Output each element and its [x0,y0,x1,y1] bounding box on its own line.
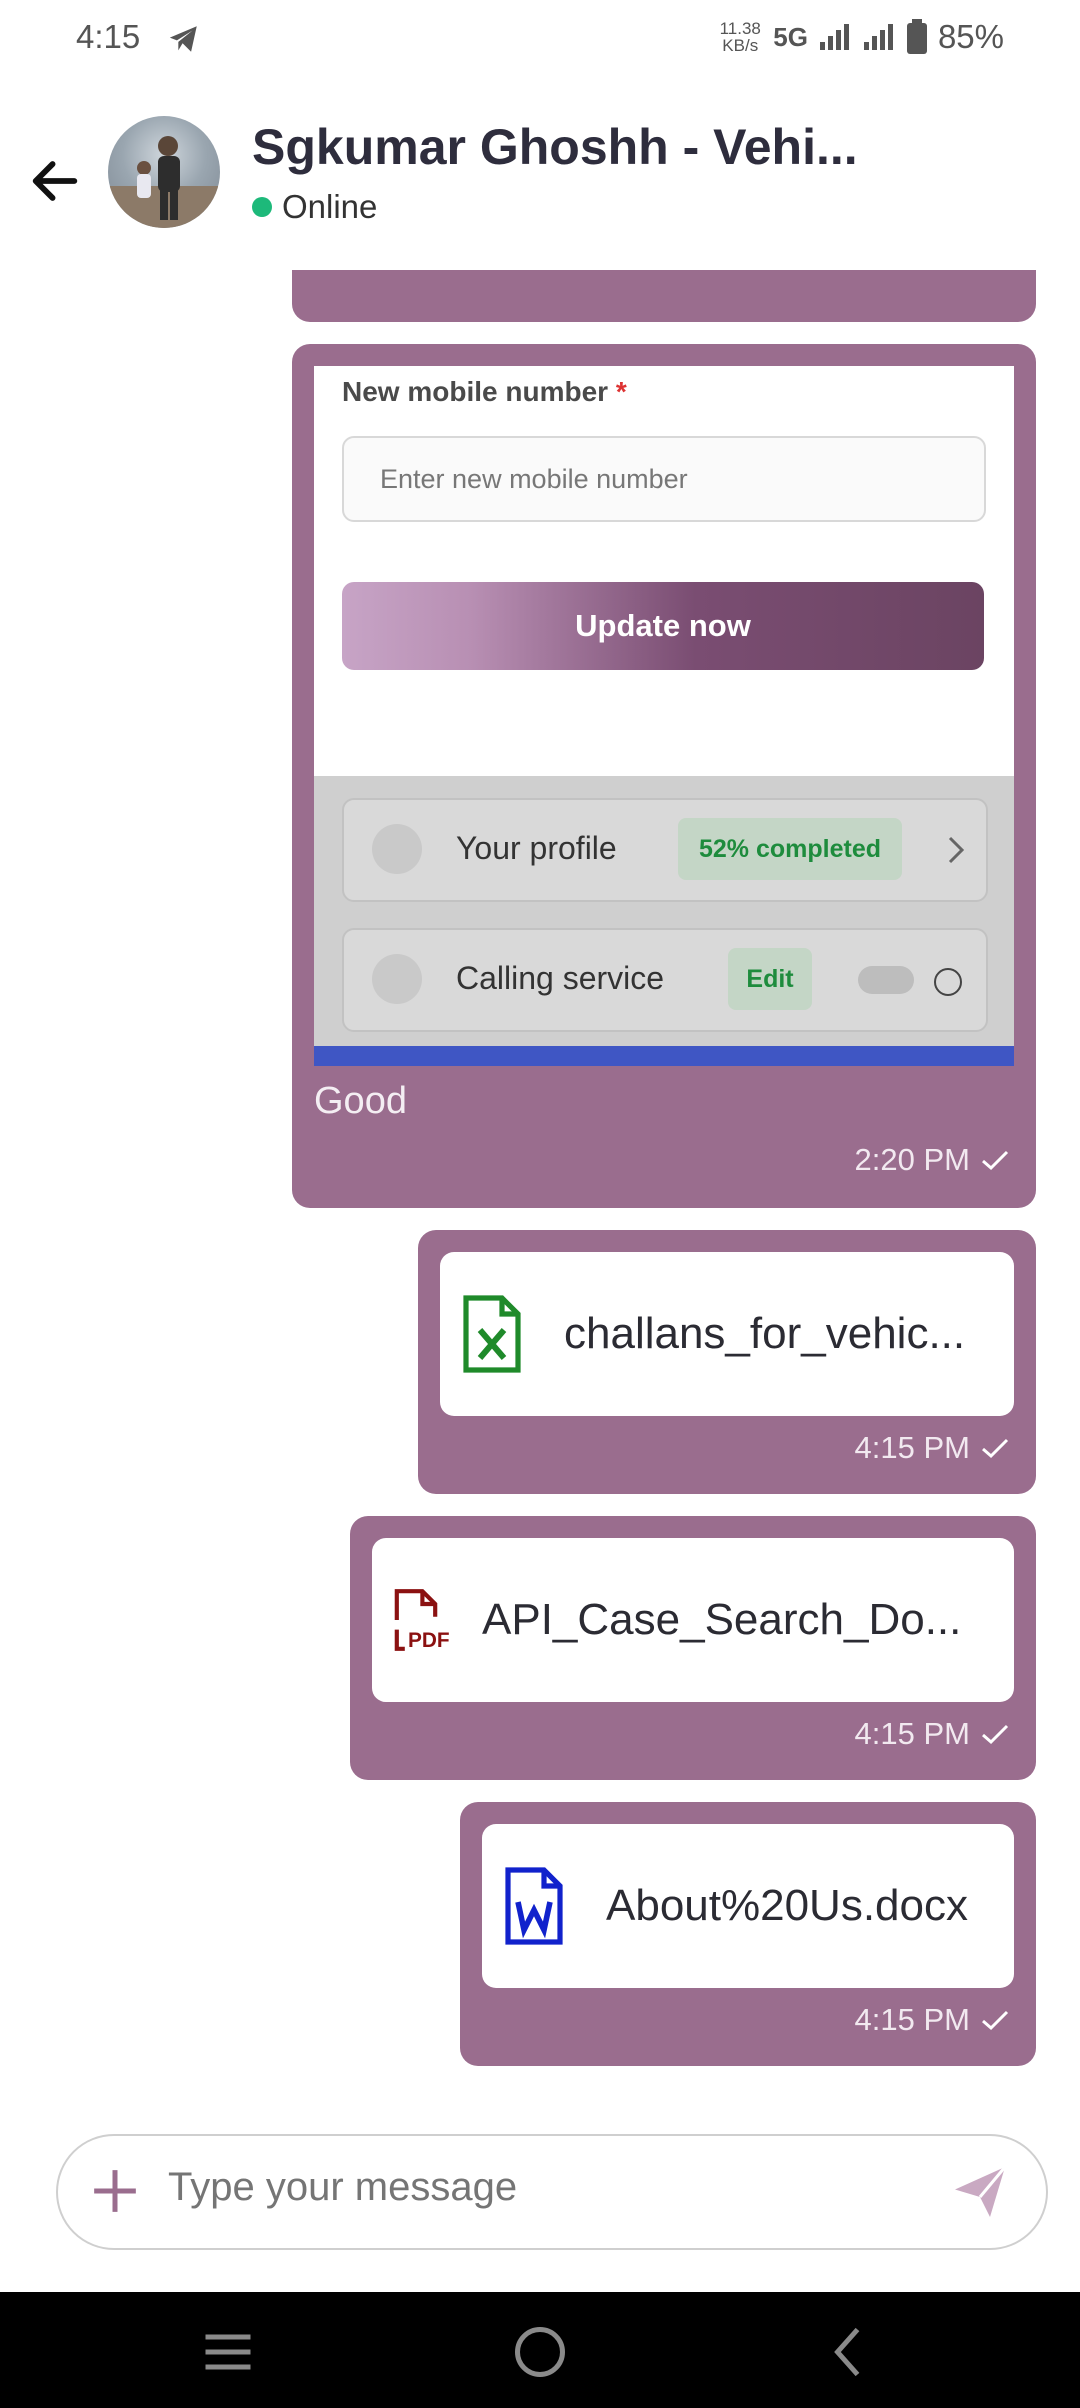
message-bubble-file-pdf[interactable]: PDF API_Case_Search_Do... 4:15 PM [350,1516,1036,1780]
system-nav-bar [0,2292,1080,2408]
info-icon [934,968,962,996]
telegram-icon [169,26,197,52]
file-name: challans_for_vehic... [564,1309,966,1358]
check-icon [982,1438,1009,1459]
send-icon[interactable] [950,2162,1010,2222]
contact-name[interactable]: Sgkumar Ghoshh - Vehi... [252,118,858,176]
shot-update-button: Update now [342,582,984,670]
file-name: API_Case_Search_Do... [482,1595,962,1644]
battery-icon [906,19,927,54]
shot-input-placeholder: Enter new mobile number [380,464,688,494]
svg-text:PDF: PDF [408,1629,450,1652]
check-icon [982,1724,1009,1745]
message-composer [56,2134,1048,2250]
avatar[interactable] [108,116,220,228]
word-file-icon [505,1867,563,1945]
message-time: 4:15 PM [855,1716,1010,1752]
shot-profile-badge: 52% completed [678,818,902,880]
message-time-text: 4:15 PM [854,2002,970,2037]
shot-profile-row: Your profile 52% completed [342,798,988,902]
battery-percent: 85% [937,18,1004,55]
shot-calling-badge: Edit [728,948,812,1010]
message-bubble-file-excel[interactable]: challans_for_vehic... 4:15 PM [418,1230,1036,1494]
status-time: 4:15 [76,18,141,55]
online-dot [252,197,272,217]
message-time: 4:15 PM [855,2002,1010,2038]
presence-status: Online [252,188,377,226]
status-indicators: 11.38 KB/s 5G 85% [717,18,1004,56]
message-input[interactable] [166,2164,870,2211]
message-caption: Good [314,1080,407,1122]
speed-value: 11.38 [719,19,761,38]
check-icon [982,2010,1009,2031]
excel-file-icon [463,1295,521,1373]
chevron-right-icon [948,836,965,864]
shot-calling-row: Calling service Edit [342,928,988,1032]
recent-apps-icon[interactable] [198,2322,258,2382]
message-time: 4:15 PM [855,1430,1010,1466]
speed-unit: KB/s [722,36,759,55]
shot-input: Enter new mobile number [342,436,986,522]
required-mark: * [615,376,627,407]
check-icon [982,1150,1009,1171]
file-attachment-card[interactable]: challans_for_vehic... [440,1252,1014,1416]
file-name: About%20Us.docx [606,1881,968,1930]
presence-label: Online [282,188,378,225]
message-time-text: 2:20 PM [854,1142,970,1177]
shot-field-label-text: New mobile number [342,376,609,407]
avatar-photo [108,136,220,228]
shot-dimmed-area: Your profile 52% completed Calling servi… [314,776,1014,1046]
network-speed: 11.38 KB/s [717,20,763,54]
shot-blue-bar [314,1046,1014,1066]
signal-icon [819,24,849,50]
file-attachment-card[interactable]: PDF API_Case_Search_Do... [372,1538,1014,1702]
shot-profile-label: Your profile [456,830,617,866]
back-nav-icon[interactable] [820,2322,880,2382]
message-bubble-previous[interactable] [292,270,1036,322]
chat-header: Sgkumar Ghoshh - Vehi... Online [0,96,1080,266]
pdf-file-icon: PDF [394,1589,450,1652]
message-bubble-file-word[interactable]: About%20Us.docx 4:15 PM [460,1802,1036,2066]
plus-icon[interactable] [90,2166,140,2216]
file-attachment-card[interactable]: About%20Us.docx [482,1824,1014,1988]
image-attachment[interactable]: New mobile number * Enter new mobile num… [314,366,1014,1066]
message-time-text: 4:15 PM [854,1430,970,1465]
signal-icon-2 [863,24,893,50]
network-type: 5G [773,21,808,52]
back-arrow-icon[interactable] [26,152,84,210]
shot-calling-label: Calling service [456,960,665,996]
person-icon [372,824,422,874]
message-time-text: 4:15 PM [854,1716,970,1751]
toggle-switch [858,966,914,994]
status-bar: 4:15 11.38 KB/s 5G 85% [0,0,1080,80]
message-time: 2:20 PM [855,1142,1010,1178]
home-icon[interactable] [510,2322,570,2382]
phone-icon [372,954,422,1004]
message-bubble-image[interactable]: New mobile number * Enter new mobile num… [292,344,1036,1208]
shot-field-label: New mobile number * [342,376,627,408]
